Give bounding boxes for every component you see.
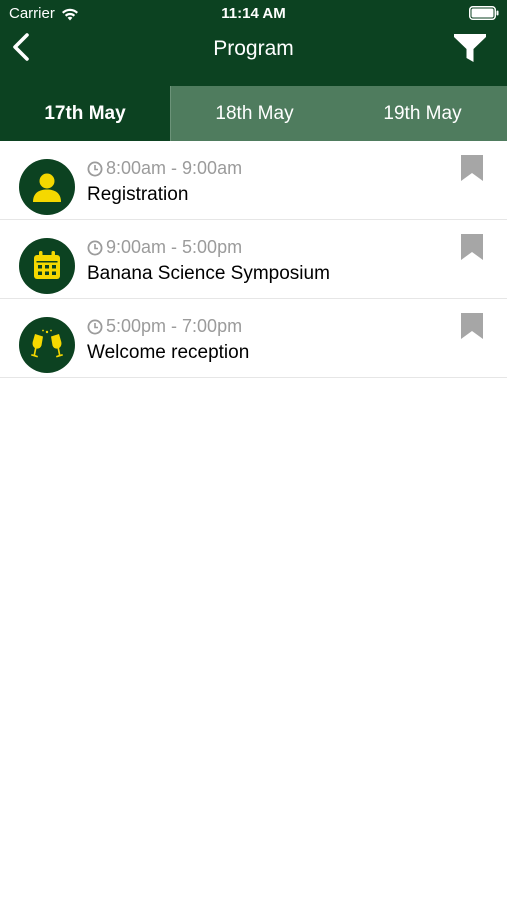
event-avatar (19, 159, 75, 215)
filter-icon (454, 34, 486, 62)
event-title: Registration (87, 184, 189, 205)
bookmark-icon (461, 155, 483, 181)
event-time: 8:00am - 9:00am (87, 158, 242, 179)
clock-icon (87, 319, 103, 334)
tab-19th-may[interactable]: 19th May (338, 86, 507, 141)
bookmark-icon (461, 313, 483, 339)
battery-icon (469, 6, 499, 20)
event-row-banana-science-symposium[interactable]: 9:00am - 5:00pm Banana Science Symposium (0, 220, 507, 299)
person-icon (33, 173, 61, 202)
tab-18th-may[interactable]: 18th May (170, 86, 338, 141)
event-time: 5:00pm - 7:00pm (87, 316, 242, 337)
event-row-registration[interactable]: 8:00am - 9:00am Registration (0, 141, 507, 220)
filter-button[interactable] (453, 31, 487, 65)
bookmark-button[interactable] (461, 155, 483, 181)
champagne-glasses-icon (31, 329, 63, 358)
event-title: Banana Science Symposium (87, 263, 330, 284)
event-avatar (19, 317, 75, 373)
navigation-bar: Program (0, 28, 507, 86)
event-time: 9:00am - 5:00pm (87, 237, 242, 258)
clock-icon (87, 240, 103, 255)
event-list: 8:00am - 9:00am Registration 9:00am - 5:… (0, 141, 507, 378)
event-title: Welcome reception (87, 342, 250, 363)
bookmark-icon (461, 234, 483, 260)
event-avatar (19, 238, 75, 294)
page-title: Program (213, 37, 294, 60)
event-row-welcome-reception[interactable]: 5:00pm - 7:00pm Welcome reception (0, 299, 507, 378)
calendar-icon (34, 251, 60, 279)
event-time-text: 8:00am - 9:00am (106, 158, 243, 178)
clock-icon (87, 161, 103, 176)
header: Carrier 11:14 AM Program (0, 0, 507, 86)
status-bar: Carrier 11:14 AM (0, 0, 507, 28)
status-time: 11:14 AM (221, 5, 286, 22)
date-tabs: 17th May 18th May 19th May (0, 86, 507, 141)
event-time-text: 5:00pm - 7:00pm (106, 316, 243, 336)
bookmark-button[interactable] (461, 234, 483, 260)
tab-17th-may[interactable]: 17th May (0, 86, 170, 141)
bookmark-button[interactable] (461, 313, 483, 339)
event-time-text: 9:00am - 5:00pm (106, 237, 243, 257)
